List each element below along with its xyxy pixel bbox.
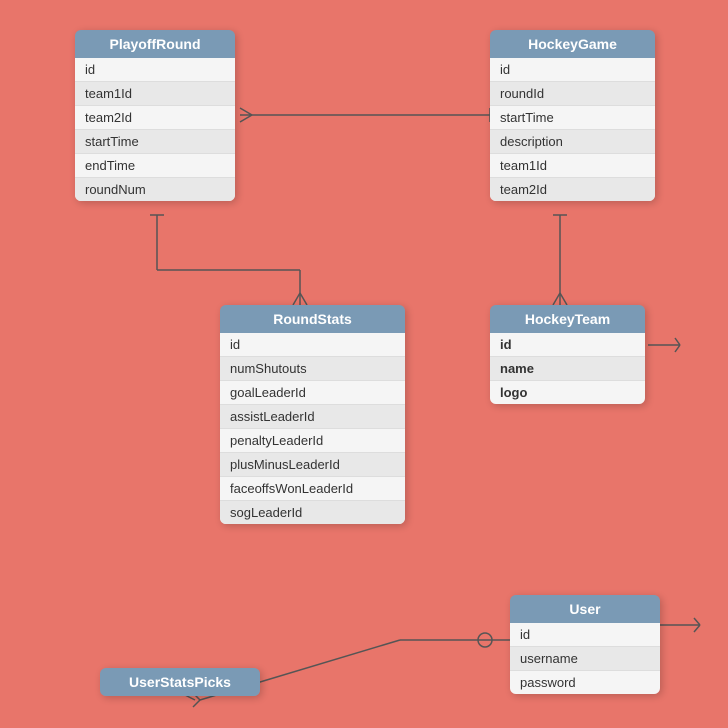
table-row: team2Id [490, 178, 655, 201]
table-row: roundNum [75, 178, 235, 201]
table-row: logo [490, 381, 645, 404]
entity-user-stats-picks: UserStatsPicks [100, 668, 260, 696]
table-row: id [510, 623, 660, 647]
table-row: plusMinusLeaderId [220, 453, 405, 477]
round-stats-body: id numShutouts goalLeaderId assistLeader… [220, 333, 405, 524]
user-stats-picks-header: UserStatsPicks [100, 668, 260, 696]
table-row: team2Id [75, 106, 235, 130]
table-row: startTime [75, 130, 235, 154]
hockey-game-header: HockeyGame [490, 30, 655, 58]
entity-hockey-game: HockeyGame id roundId startTime descript… [490, 30, 655, 201]
table-row: id [75, 58, 235, 82]
round-stats-header: RoundStats [220, 305, 405, 333]
table-row: roundId [490, 82, 655, 106]
table-row: id [490, 58, 655, 82]
hockey-team-body: id name logo [490, 333, 645, 404]
entity-round-stats: RoundStats id numShutouts goalLeaderId a… [220, 305, 405, 524]
user-body: id username password [510, 623, 660, 694]
entity-user: User id username password [510, 595, 660, 694]
table-row: team1Id [75, 82, 235, 106]
table-row: endTime [75, 154, 235, 178]
table-row: description [490, 130, 655, 154]
table-row: sogLeaderId [220, 501, 405, 524]
table-row: goalLeaderId [220, 381, 405, 405]
table-row: password [510, 671, 660, 694]
hockey-team-header: HockeyTeam [490, 305, 645, 333]
table-row: faceoffsWonLeaderId [220, 477, 405, 501]
table-row: penaltyLeaderId [220, 429, 405, 453]
table-row: id [220, 333, 405, 357]
table-row: team1Id [490, 154, 655, 178]
table-row: assistLeaderId [220, 405, 405, 429]
table-row: name [490, 357, 645, 381]
user-header: User [510, 595, 660, 623]
playoff-round-body: id team1Id team2Id startTime endTime rou… [75, 58, 235, 201]
diagram-container: PlayoffRound id team1Id team2Id startTim… [0, 0, 728, 728]
entity-hockey-team: HockeyTeam id name logo [490, 305, 645, 404]
playoff-round-header: PlayoffRound [75, 30, 235, 58]
table-row: numShutouts [220, 357, 405, 381]
table-row: username [510, 647, 660, 671]
table-row: id [490, 333, 645, 357]
entity-playoff-round: PlayoffRound id team1Id team2Id startTim… [75, 30, 235, 201]
table-row: startTime [490, 106, 655, 130]
hockey-game-body: id roundId startTime description team1Id… [490, 58, 655, 201]
